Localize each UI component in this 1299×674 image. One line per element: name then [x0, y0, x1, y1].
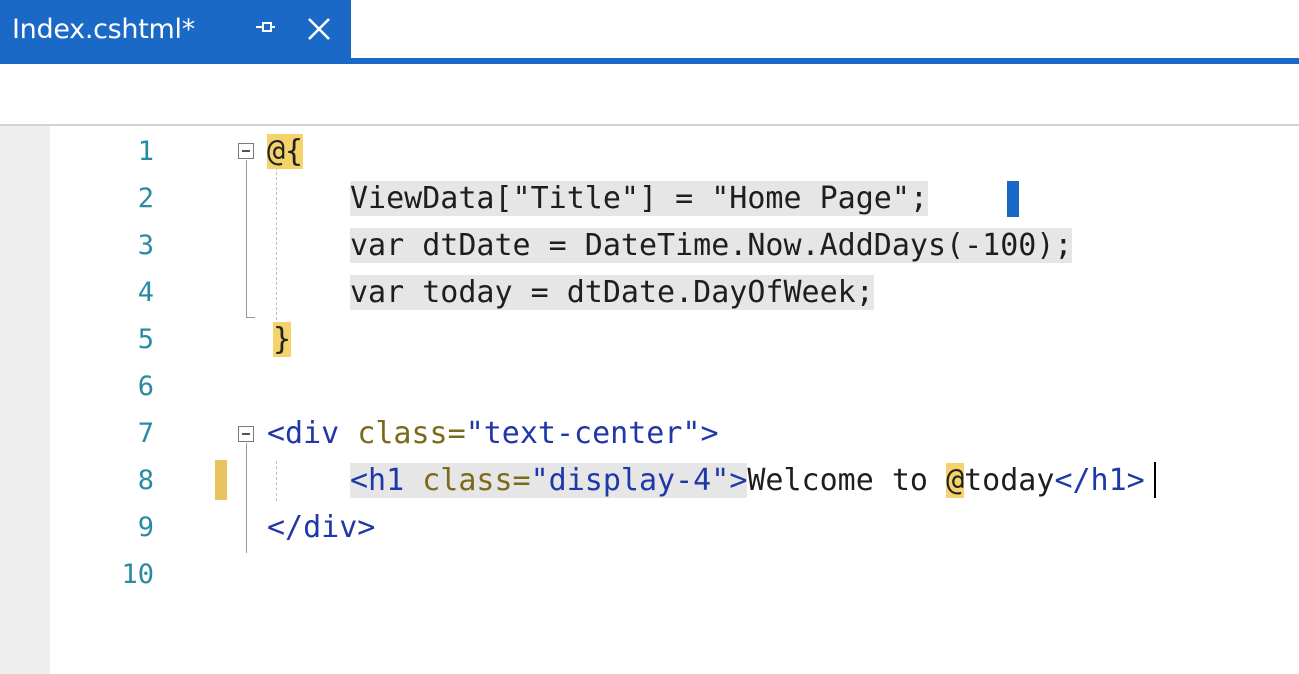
code-line-5: } — [273, 322, 292, 357]
pin-icon[interactable] — [253, 15, 277, 39]
line-number: 1 — [137, 136, 154, 167]
code-line-2: ViewData["Title"] = "Home Page"; — [350, 181, 928, 216]
outline-guide — [246, 160, 247, 318]
outline-guide — [246, 443, 247, 553]
code-line-3: var dtDate = DateTime.Now.AddDays(-100); — [350, 228, 1073, 263]
line-number: 5 — [137, 324, 154, 355]
collapse-block-icon[interactable] — [238, 143, 254, 159]
tab-title: Index.cshtml* — [12, 13, 195, 45]
close-icon[interactable] — [305, 15, 333, 43]
line-number: 8 — [137, 465, 154, 496]
code-editor[interactable]: 1 2 3 4 5 6 7 8 9 10 @{ ViewData["Title"… — [50, 126, 1299, 674]
indent-guide — [276, 162, 277, 320]
navigation-bar — [0, 64, 1299, 126]
editor-margin — [0, 126, 50, 674]
line-number: 7 — [137, 418, 154, 449]
line-number: 2 — [137, 183, 154, 214]
line-number: 6 — [137, 371, 154, 402]
document-tab-strip: Index.cshtml* — [0, 0, 1299, 64]
line-number: 10 — [121, 559, 154, 590]
code-line-1: @{ — [267, 134, 304, 169]
outline-guide-end — [246, 317, 255, 318]
line-number: 3 — [137, 230, 154, 261]
code-line-7: <div class="text-center"> — [267, 416, 719, 451]
code-line-4: var today = dtDate.DayOfWeek; — [350, 275, 874, 310]
line-number: 4 — [137, 277, 154, 308]
code-line-8: <h1 class="display-4">Welcome to @today<… — [350, 463, 1145, 498]
indent-guide — [276, 461, 277, 501]
line-number: 9 — [137, 512, 154, 543]
collapse-block-icon[interactable] — [238, 426, 254, 442]
text-cursor — [1154, 462, 1156, 498]
unsaved-change-marker — [215, 460, 227, 500]
tab-index-cshtml[interactable]: Index.cshtml* — [0, 0, 351, 58]
cursor-marker — [1007, 181, 1019, 217]
code-line-9: </div> — [267, 510, 376, 545]
